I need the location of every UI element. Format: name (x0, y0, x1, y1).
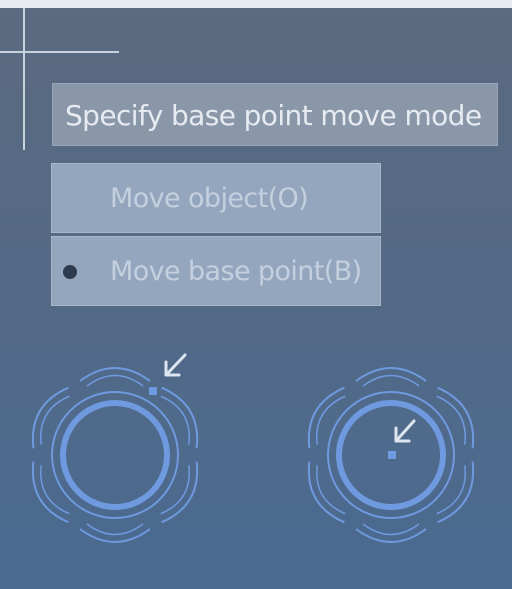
menu-item-move-object[interactable]: Move object(O) (51, 163, 381, 233)
selected-bullet-icon (63, 265, 77, 279)
command-prompt-text: Specify base point move mode (65, 99, 482, 132)
move-mode-menu: Move object(O) Move base point(B) (51, 163, 381, 309)
arrow-pointer-icon (164, 353, 187, 377)
illustration-area (0, 353, 512, 589)
arrow-pointer-icon (394, 419, 416, 443)
base-point-marker (149, 387, 157, 395)
menu-item-label: Move base point(B) (110, 256, 362, 287)
crosshair-cursor-vertical (23, 8, 25, 150)
table-illustration-original (22, 353, 208, 542)
table-illustration-moved (298, 368, 484, 542)
menu-item-label: Move object(O) (110, 183, 309, 214)
command-prompt: Specify base point move mode (52, 83, 498, 146)
title-strip (0, 0, 512, 8)
base-point-marker (388, 451, 396, 459)
crosshair-cursor-horizontal (0, 51, 119, 53)
menu-item-move-base-point[interactable]: Move base point(B) (51, 236, 381, 306)
